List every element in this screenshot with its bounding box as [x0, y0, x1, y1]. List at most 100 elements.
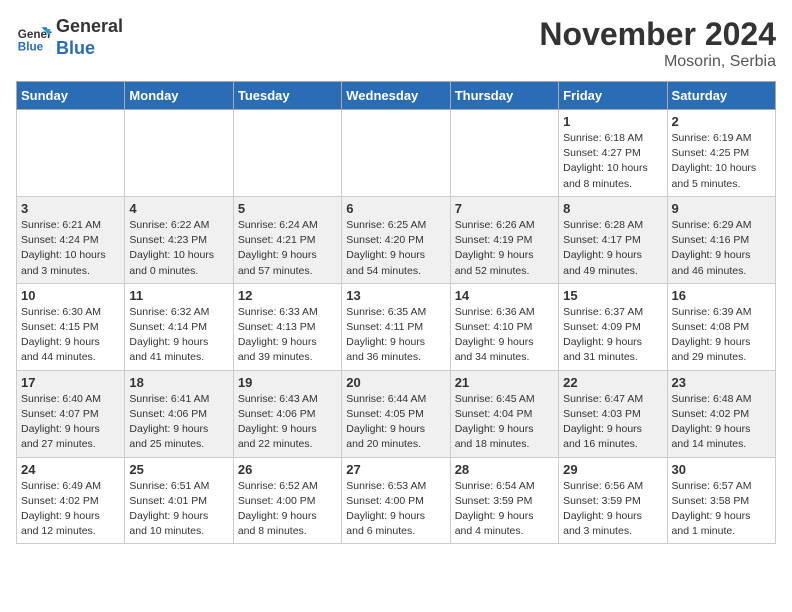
- weekday-header-row: SundayMondayTuesdayWednesdayThursdayFrid…: [17, 82, 776, 110]
- calendar-day-cell: [17, 110, 125, 197]
- calendar-day-cell: 26 Sunrise: 6:52 AM Sunset: 4:00 PM Dayli…: [233, 457, 341, 544]
- day-info: Sunrise: 6:41 AM Sunset: 4:06 PM Dayligh…: [129, 392, 228, 453]
- calendar-day-cell: 10 Sunrise: 6:30 AM Sunset: 4:15 PM Dayli…: [17, 283, 125, 370]
- day-number: 23: [672, 375, 771, 390]
- calendar-day-cell: 13Sunrise: 6:35 AM Sunset: 4:11 PM Dayli…: [342, 283, 450, 370]
- day-number: 25: [129, 462, 228, 477]
- day-info: Sunrise: 6:54 AM Sunset: 3:59 PM Dayligh…: [455, 479, 554, 540]
- svg-text:Blue: Blue: [18, 40, 44, 53]
- calendar-day-cell: 9Sunrise: 6:29 AM Sunset: 4:16 PM Daylig…: [667, 196, 775, 283]
- calendar-day-cell: 6Sunrise: 6:25 AM Sunset: 4:20 PM Daylig…: [342, 196, 450, 283]
- day-info: Sunrise: 6:28 AM Sunset: 4:17 PM Dayligh…: [563, 218, 662, 279]
- calendar-day-cell: [342, 110, 450, 197]
- weekday-header-cell: Sunday: [17, 82, 125, 110]
- day-number: 26: [238, 462, 337, 477]
- day-info: Sunrise: 6:22 AM Sunset: 4:23 PM Dayligh…: [129, 218, 228, 279]
- calendar-day-cell: 23Sunrise: 6:48 AM Sunset: 4:02 PM Dayli…: [667, 370, 775, 457]
- logo: General Blue General Blue: [16, 16, 123, 59]
- calendar-day-cell: 21 Sunrise: 6:45 AM Sunset: 4:04 PM Dayli…: [450, 370, 558, 457]
- day-number: 20: [346, 375, 445, 390]
- day-info: Sunrise: 6:53 AM Sunset: 4:00 PM Dayligh…: [346, 479, 445, 540]
- calendar-day-cell: 1Sunrise: 6:18 AM Sunset: 4:27 PM Daylig…: [559, 110, 667, 197]
- day-number: 24: [21, 462, 120, 477]
- day-number: 27: [346, 462, 445, 477]
- weekday-header-cell: Friday: [559, 82, 667, 110]
- calendar-day-cell: 19 Sunrise: 6:43 AM Sunset: 4:06 PM Dayli…: [233, 370, 341, 457]
- calendar-week-row: 3 Sunrise: 6:21 AM Sunset: 4:24 PM Daylig…: [17, 196, 776, 283]
- weekday-header-cell: Thursday: [450, 82, 558, 110]
- day-info: Sunrise: 6:57 AM Sunset: 3:58 PM Dayligh…: [672, 479, 771, 540]
- calendar-day-cell: 29Sunrise: 6:56 AM Sunset: 3:59 PM Dayli…: [559, 457, 667, 544]
- day-info: Sunrise: 6:18 AM Sunset: 4:27 PM Dayligh…: [563, 131, 662, 192]
- calendar-day-cell: [450, 110, 558, 197]
- day-number: 11: [129, 288, 228, 303]
- day-info: Sunrise: 6:52 AM Sunset: 4:00 PM Dayligh…: [238, 479, 337, 540]
- day-info: Sunrise: 6:43 AM Sunset: 4:06 PM Dayligh…: [238, 392, 337, 453]
- calendar-body: 1Sunrise: 6:18 AM Sunset: 4:27 PM Daylig…: [17, 110, 776, 544]
- calendar-week-row: 24 Sunrise: 6:49 AM Sunset: 4:02 PM Dayli…: [17, 457, 776, 544]
- day-info: Sunrise: 6:37 AM Sunset: 4:09 PM Dayligh…: [563, 305, 662, 366]
- day-number: 8: [563, 201, 662, 216]
- calendar-day-cell: 20Sunrise: 6:44 AM Sunset: 4:05 PM Dayli…: [342, 370, 450, 457]
- day-number: 14: [455, 288, 554, 303]
- day-info: Sunrise: 6:40 AM Sunset: 4:07 PM Dayligh…: [21, 392, 120, 453]
- day-info: Sunrise: 6:45 AM Sunset: 4:04 PM Dayligh…: [455, 392, 554, 453]
- calendar-day-cell: 24 Sunrise: 6:49 AM Sunset: 4:02 PM Dayli…: [17, 457, 125, 544]
- day-number: 17: [21, 375, 120, 390]
- day-info: Sunrise: 6:21 AM Sunset: 4:24 PM Dayligh…: [21, 218, 120, 279]
- weekday-header-cell: Wednesday: [342, 82, 450, 110]
- calendar-day-cell: 27 Sunrise: 6:53 AM Sunset: 4:00 PM Dayli…: [342, 457, 450, 544]
- day-info: Sunrise: 6:35 AM Sunset: 4:11 PM Dayligh…: [346, 305, 445, 366]
- calendar-day-cell: 12 Sunrise: 6:33 AM Sunset: 4:13 PM Dayli…: [233, 283, 341, 370]
- weekday-header-cell: Monday: [125, 82, 233, 110]
- logo-text: General Blue: [56, 16, 123, 59]
- day-info: Sunrise: 6:36 AM Sunset: 4:10 PM Dayligh…: [455, 305, 554, 366]
- logo-icon: General Blue: [16, 20, 52, 56]
- calendar-day-cell: 18Sunrise: 6:41 AM Sunset: 4:06 PM Dayli…: [125, 370, 233, 457]
- calendar-day-cell: 25Sunrise: 6:51 AM Sunset: 4:01 PM Dayli…: [125, 457, 233, 544]
- calendar-day-cell: 17 Sunrise: 6:40 AM Sunset: 4:07 PM Dayli…: [17, 370, 125, 457]
- day-info: Sunrise: 6:49 AM Sunset: 4:02 PM Dayligh…: [21, 479, 120, 540]
- calendar-day-cell: [125, 110, 233, 197]
- page-header: General Blue General Blue November 2024 …: [16, 16, 776, 71]
- day-info: Sunrise: 6:32 AM Sunset: 4:14 PM Dayligh…: [129, 305, 228, 366]
- calendar-week-row: 1Sunrise: 6:18 AM Sunset: 4:27 PM Daylig…: [17, 110, 776, 197]
- location: Mosorin, Serbia: [539, 53, 776, 71]
- day-number: 28: [455, 462, 554, 477]
- calendar-week-row: 10 Sunrise: 6:30 AM Sunset: 4:15 PM Dayli…: [17, 283, 776, 370]
- calendar-day-cell: 11 Sunrise: 6:32 AM Sunset: 4:14 PM Dayli…: [125, 283, 233, 370]
- day-number: 19: [238, 375, 337, 390]
- calendar-week-row: 17 Sunrise: 6:40 AM Sunset: 4:07 PM Dayli…: [17, 370, 776, 457]
- day-number: 6: [346, 201, 445, 216]
- day-info: Sunrise: 6:33 AM Sunset: 4:13 PM Dayligh…: [238, 305, 337, 366]
- day-number: 21: [455, 375, 554, 390]
- day-number: 30: [672, 462, 771, 477]
- day-number: 4: [129, 201, 228, 216]
- day-info: Sunrise: 6:47 AM Sunset: 4:03 PM Dayligh…: [563, 392, 662, 453]
- calendar-table: SundayMondayTuesdayWednesdayThursdayFrid…: [16, 81, 776, 544]
- day-number: 9: [672, 201, 771, 216]
- day-number: 22: [563, 375, 662, 390]
- calendar-day-cell: 30 Sunrise: 6:57 AM Sunset: 3:58 PM Dayli…: [667, 457, 775, 544]
- calendar-day-cell: 14 Sunrise: 6:36 AM Sunset: 4:10 PM Dayli…: [450, 283, 558, 370]
- day-number: 16: [672, 288, 771, 303]
- day-info: Sunrise: 6:30 AM Sunset: 4:15 PM Dayligh…: [21, 305, 120, 366]
- calendar-day-cell: 2 Sunrise: 6:19 AM Sunset: 4:25 PM Daylig…: [667, 110, 775, 197]
- day-number: 10: [21, 288, 120, 303]
- calendar-day-cell: 15 Sunrise: 6:37 AM Sunset: 4:09 PM Dayli…: [559, 283, 667, 370]
- calendar-day-cell: 8 Sunrise: 6:28 AM Sunset: 4:17 PM Daylig…: [559, 196, 667, 283]
- day-info: Sunrise: 6:26 AM Sunset: 4:19 PM Dayligh…: [455, 218, 554, 279]
- day-number: 2: [672, 114, 771, 129]
- day-info: Sunrise: 6:39 AM Sunset: 4:08 PM Dayligh…: [672, 305, 771, 366]
- calendar-day-cell: 4 Sunrise: 6:22 AM Sunset: 4:23 PM Daylig…: [125, 196, 233, 283]
- day-number: 3: [21, 201, 120, 216]
- month-year: November 2024: [539, 16, 776, 53]
- day-info: Sunrise: 6:19 AM Sunset: 4:25 PM Dayligh…: [672, 131, 771, 192]
- calendar-day-cell: 7Sunrise: 6:26 AM Sunset: 4:19 PM Daylig…: [450, 196, 558, 283]
- day-number: 15: [563, 288, 662, 303]
- calendar-day-cell: 16 Sunrise: 6:39 AM Sunset: 4:08 PM Dayli…: [667, 283, 775, 370]
- weekday-header-cell: Saturday: [667, 82, 775, 110]
- day-number: 5: [238, 201, 337, 216]
- day-number: 12: [238, 288, 337, 303]
- calendar-day-cell: 3 Sunrise: 6:21 AM Sunset: 4:24 PM Daylig…: [17, 196, 125, 283]
